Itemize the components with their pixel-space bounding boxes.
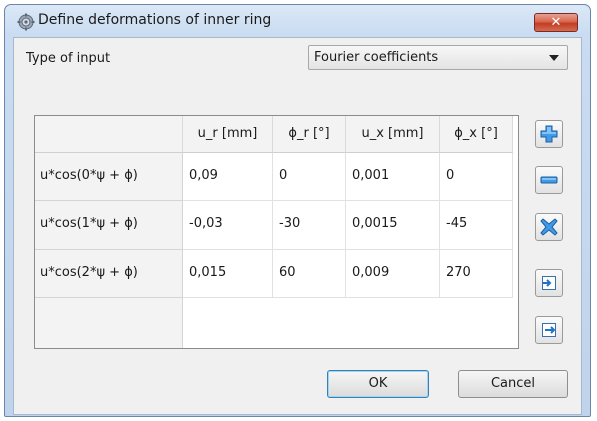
table-cell[interactable]: 0,015 bbox=[183, 250, 273, 298]
table-corner bbox=[35, 116, 183, 153]
import-icon bbox=[542, 276, 556, 290]
table-cell[interactable]: 0 bbox=[273, 153, 346, 201]
remove-row-button[interactable] bbox=[535, 166, 563, 194]
type-of-input-dropdown[interactable]: Fourier coefficients bbox=[308, 45, 568, 70]
table-cell[interactable]: 270 bbox=[440, 250, 513, 298]
column-header[interactable]: ϕ_x [°] bbox=[440, 116, 513, 153]
table-cell[interactable]: -30 bbox=[273, 201, 346, 250]
delete-all-icon bbox=[540, 218, 558, 236]
remove-row-icon bbox=[540, 176, 558, 184]
empty-row-header bbox=[35, 298, 183, 348]
ok-button[interactable]: OK bbox=[327, 370, 429, 398]
table-cell[interactable]: 0,09 bbox=[183, 153, 273, 201]
export-icon bbox=[542, 323, 556, 337]
table-cell[interactable]: -0,03 bbox=[183, 201, 273, 250]
close-icon: ✕ bbox=[550, 15, 562, 30]
table-cell[interactable]: 60 bbox=[273, 250, 346, 298]
row-header[interactable]: u*cos(0*ψ + ϕ) bbox=[35, 153, 183, 201]
chevron-down-icon bbox=[549, 55, 559, 61]
column-header[interactable]: ϕ_r [°] bbox=[273, 116, 346, 153]
delete-all-button[interactable] bbox=[535, 213, 563, 241]
window-title: Define deformations of inner ring bbox=[38, 12, 272, 28]
dialog-window: Define deformations of inner ring ✕ Type… bbox=[4, 4, 591, 417]
cancel-button[interactable]: Cancel bbox=[458, 370, 568, 398]
table-cell[interactable]: 0,0015 bbox=[346, 201, 440, 250]
column-header[interactable]: u_r [mm] bbox=[183, 116, 273, 153]
export-button[interactable] bbox=[535, 316, 563, 344]
title-bar[interactable]: Define deformations of inner ring ✕ bbox=[5, 5, 590, 35]
import-button[interactable] bbox=[535, 269, 563, 297]
table-cell[interactable]: 0,001 bbox=[346, 153, 440, 201]
table-cell[interactable]: 0,009 bbox=[346, 250, 440, 298]
column-header[interactable]: u_x [mm] bbox=[346, 116, 440, 153]
add-row-button[interactable] bbox=[535, 120, 563, 148]
row-header[interactable]: u*cos(1*ψ + ϕ) bbox=[35, 201, 183, 250]
type-of-input-label: Type of input bbox=[26, 51, 111, 66]
table-cell[interactable]: 0 bbox=[440, 153, 513, 201]
close-button[interactable]: ✕ bbox=[534, 13, 578, 32]
coefficients-table: u_r [mm] ϕ_r [°] u_x [mm] ϕ_x [°] u*cos(… bbox=[34, 115, 519, 349]
dropdown-selected-value: Fourier coefficients bbox=[314, 50, 439, 65]
add-row-icon bbox=[540, 125, 558, 143]
row-header[interactable]: u*cos(2*ψ + ϕ) bbox=[35, 250, 183, 298]
table-cell[interactable]: -45 bbox=[440, 201, 513, 250]
gear-icon bbox=[17, 13, 35, 31]
